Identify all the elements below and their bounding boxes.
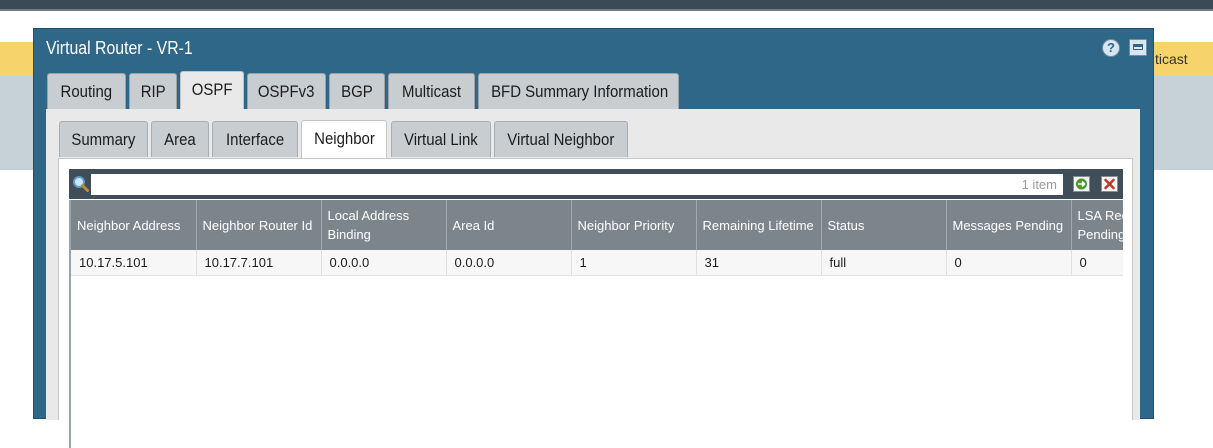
apply-filter-button[interactable] [1073,176,1090,192]
subtab-label: Virtual Link [404,130,478,149]
table-cell: 0 [946,250,1072,276]
maximize-icon[interactable] [1129,39,1147,56]
table-cell: 0 [1071,250,1123,276]
dialog-title: Virtual Router - VR-1 [46,38,193,58]
subtab-label: Interface [225,130,285,149]
tab-label: RIP [140,82,166,101]
column-header-messages-pending[interactable]: Messages Pending [946,200,1072,250]
table-cell: 10.17.5.101 [71,250,197,276]
tab-label: BGP [341,82,373,101]
table-header-row: Neighbor Address Neighbor Router Id Loca… [71,200,1123,250]
partial-tab-label[interactable]: ticast [1155,51,1188,67]
subtab-label: Summary [71,130,136,149]
table-cell: 0.0.0.0 [321,250,447,276]
tab-routing[interactable]: Routing [47,73,126,109]
tab-label: BFD Summary Information [491,82,669,101]
subtab-neighbor[interactable]: Neighbor [301,120,387,158]
neighbor-table: Neighbor Address Neighbor Router Id Loca… [71,200,1123,276]
tab-label: OSPF [191,80,233,99]
subtab-area[interactable]: Area [151,121,209,157]
table-cell: full [821,250,947,276]
filter-bar: 1 item [69,169,1123,199]
column-header-neighbor-priority[interactable]: Neighbor Priority [571,200,697,250]
virtual-router-dialog: Virtual Router - VR-1 ? Routing RIP OSPF… [33,28,1154,448]
tab-ospf[interactable]: OSPF [180,71,244,109]
clear-filter-button[interactable] [1101,176,1118,192]
column-header-neighbor-router-id[interactable]: Neighbor Router Id [196,200,322,250]
column-header-status[interactable]: Status [821,200,947,250]
table-cell: 1 [571,250,697,276]
tab-bfd-summary[interactable]: BFD Summary Information [478,73,679,109]
subtab-interface[interactable]: Interface [212,121,298,157]
subtab-virtual-link[interactable]: Virtual Link [391,121,491,157]
tab-bgp[interactable]: BGP [329,73,385,109]
search-input[interactable] [91,174,1063,195]
table-row[interactable]: 10.17.5.101 10.17.7.101 0.0.0.0 0.0.0.0 … [71,250,1123,276]
table-cell: 10.17.7.101 [196,250,322,276]
tab-multicast[interactable]: Multicast [388,73,475,109]
table-cell: 31 [696,250,822,276]
tab-ospfv3[interactable]: OSPFv3 [247,73,326,109]
close-icon [1104,178,1115,190]
tab-label: OSPFv3 [258,82,315,101]
column-header-remaining-lifetime[interactable]: Remaining Lifetime [696,200,822,250]
column-header-area-id[interactable]: Area Id [446,200,572,250]
subtab-label: Virtual Neighbor [507,130,615,149]
subtab-virtual-neighbor[interactable]: Virtual Neighbor [494,121,628,157]
subtab-label: Neighbor [313,129,375,148]
tab-label: Routing [60,82,113,101]
column-header-neighbor-address[interactable]: Neighbor Address [71,200,197,250]
column-header-lsa-request-pending[interactable]: LSA Request Pending [1071,200,1123,250]
subtab-summary[interactable]: Summary [59,121,148,157]
neighbor-table-container: Neighbor Address Neighbor Router Id Loca… [69,200,1123,448]
table-cell: 0.0.0.0 [446,250,572,276]
tab-rip[interactable]: RIP [129,73,177,109]
help-icon[interactable]: ? [1102,39,1120,57]
app-top-bar [0,0,1213,9]
arrow-right-icon [1076,178,1087,190]
subtab-label: Area [164,130,196,149]
search-icon [73,176,89,192]
tab-label: Multicast [401,82,462,101]
column-header-local-address-binding[interactable]: Local Address Binding [321,200,447,250]
